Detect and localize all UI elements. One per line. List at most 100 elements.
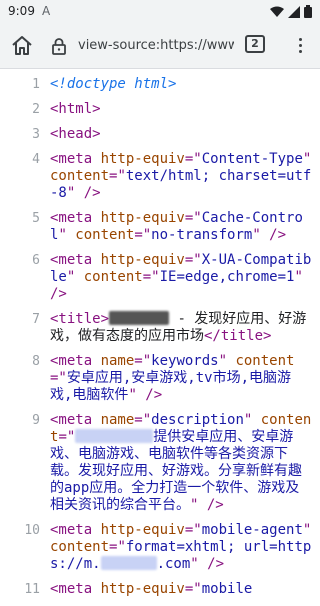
source-code: <meta name="keywords" content="安卓应用,安卓游戏… (50, 353, 312, 404)
source-code: <!doctype html> (50, 76, 312, 93)
code-token: =" (50, 370, 67, 386)
code-token: mobile (201, 581, 253, 597)
source-code: <head> (50, 126, 312, 143)
source-code: <meta http-equiv="mobile (50, 581, 312, 598)
code-token: content (83, 269, 143, 285)
code-token: " /> (190, 497, 224, 513)
code-token: <meta (50, 412, 101, 428)
code-token: " (243, 412, 261, 428)
code-token: content (50, 539, 110, 555)
tab-switcher-button[interactable]: 2 (245, 35, 265, 53)
code-token: =" (184, 522, 202, 538)
code-token: =" (184, 151, 202, 167)
code-token: <html> (50, 101, 101, 117)
code-token: <head> (50, 126, 101, 142)
url-text: view-source:https://www.c (78, 38, 234, 53)
code-token: http-equiv (100, 522, 185, 538)
code-token: http-equiv (100, 252, 185, 268)
source-code: <meta http-equiv="mobile-agent" content=… (50, 522, 312, 573)
code-token: content (75, 227, 135, 243)
line-number: 10 (24, 523, 40, 538)
signal-icon (288, 5, 300, 18)
code-token: Content-Type (201, 151, 303, 167)
line-number: 6 (32, 253, 40, 268)
source-line: 3 <head> (0, 126, 320, 143)
source-view: 1 <!doctype html> 2 <html> 3 <head> 4 <meta htt… (0, 76, 320, 606)
source-code: <title> - 发现好应用、好游戏，做有态度的应用市场</title> (50, 311, 312, 345)
code-token: =" (134, 353, 152, 369)
code-token: IE=edge,chrome=1 (159, 269, 295, 285)
code-token: http-equiv (100, 151, 185, 167)
source-line: 8 <meta name="keywords" content="安卓应用,安卓游… (0, 353, 320, 404)
code-token: name (100, 412, 135, 428)
lock-icon (52, 38, 66, 55)
source-line: 4 <meta http-equiv="Content-Type" content… (0, 151, 320, 202)
source-line: 9 <meta name="description" content=" 提供安卓应… (0, 412, 320, 514)
code-token: .com (156, 556, 191, 572)
status-app-indicator: A (42, 4, 51, 18)
line-number: 9 (32, 413, 40, 428)
redacted-text (75, 429, 154, 443)
source-line: 1 <!doctype html> (0, 76, 320, 93)
code-token: " /> (66, 185, 101, 201)
line-number: 11 (24, 582, 40, 597)
status-time: 9:09 (8, 4, 35, 18)
code-token: =" (184, 210, 202, 226)
redacted-text (109, 311, 170, 325)
code-token: </title> (204, 328, 272, 344)
code-token: keywords (151, 353, 219, 369)
source-code: <meta http-equiv="Cache-Control" content… (50, 210, 312, 244)
code-token: =" (134, 412, 152, 428)
address-bar[interactable]: view-source:https://www.c (44, 30, 234, 62)
code-token: 安卓应用,安卓游戏,tv市场,电脑游戏,电脑软件 (50, 370, 292, 403)
source-code: <meta http-equiv="Content-Type" content=… (50, 151, 312, 202)
line-number: 1 (32, 77, 40, 92)
code-token: =" (184, 581, 202, 597)
code-token: <meta (50, 353, 101, 369)
code-token: name (100, 353, 135, 369)
code-token: =" (142, 269, 160, 285)
code-token: mobile-agent (201, 522, 303, 538)
code-token: " /> (190, 556, 225, 572)
code-token: <meta (50, 581, 101, 597)
home-icon[interactable] (10, 34, 34, 58)
wifi-icon (270, 6, 284, 17)
source-line: 11 <meta http-equiv="mobile (0, 581, 320, 598)
code-token: " (218, 353, 236, 369)
code-token: " (302, 522, 320, 538)
code-token: <meta (50, 252, 101, 268)
code-token: " (66, 269, 84, 285)
source-line: 7 <title> - 发现好应用、好游戏，做有态度的应用市场</title> (0, 311, 320, 345)
code-token: <meta (50, 210, 101, 226)
source-code: <html> (50, 101, 312, 118)
code-token: =" (184, 252, 202, 268)
code-token: =" (134, 227, 152, 243)
source-line: 6 <meta http-equiv="X-UA-Compatible" cont… (0, 252, 320, 303)
line-number: 7 (32, 312, 40, 327)
code-token: =" (109, 539, 126, 555)
battery-icon (304, 5, 312, 18)
code-token: <meta (50, 151, 101, 167)
code-token: content (235, 353, 295, 369)
line-number: 3 (32, 127, 40, 142)
code-token: " /> (252, 227, 287, 243)
line-number: 8 (32, 354, 40, 369)
code-token: <title> (50, 311, 110, 327)
line-number: 4 (32, 152, 40, 167)
menu-icon[interactable] (290, 36, 310, 56)
status-bar: 9:09 A (0, 0, 320, 24)
code-token: no-transform (151, 227, 253, 243)
code-token: " /> (128, 387, 163, 403)
browser-toolbar: view-source:https://www.c 2 (0, 24, 320, 69)
code-token: " (58, 227, 76, 243)
status-icons (270, 5, 312, 18)
source-code: <meta name="description" content=" 提供安卓应用… (50, 412, 312, 514)
code-token: content (50, 168, 110, 184)
code-token: =" (58, 429, 76, 445)
line-number: 2 (32, 102, 40, 117)
code-token: " (302, 151, 320, 167)
source-code: <meta http-equiv="X-UA-Compatible" conte… (50, 252, 312, 303)
code-token: http-equiv (100, 581, 185, 597)
line-number: 5 (32, 211, 40, 226)
code-token: =" (109, 168, 126, 184)
